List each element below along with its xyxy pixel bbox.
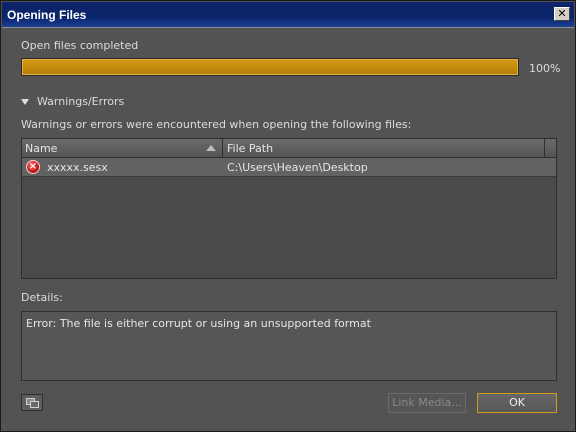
warnings-errors-label: Warnings/Errors bbox=[37, 95, 125, 108]
window-title: Opening Files bbox=[7, 8, 87, 22]
opening-files-dialog: Opening Files ✕ Open files completed 100… bbox=[0, 0, 576, 432]
close-button[interactable]: ✕ bbox=[554, 7, 570, 21]
link-media-button[interactable]: Link Media... bbox=[388, 393, 466, 413]
column-divider[interactable] bbox=[544, 139, 545, 158]
progress-fill bbox=[22, 59, 518, 75]
table-row[interactable]: × xxxxx.sesx C:\Users\Heaven\Desktop bbox=[22, 158, 556, 177]
files-table: Name File Path × xxxxx.sesx C:\Users\Hea… bbox=[21, 138, 557, 279]
details-box[interactable]: Error: The file is either corrupt or usi… bbox=[21, 311, 557, 381]
close-icon: ✕ bbox=[557, 7, 567, 20]
file-path-cell: C:\Users\Heaven\Desktop bbox=[227, 161, 368, 174]
ok-button[interactable]: OK bbox=[477, 393, 557, 413]
details-label: Details: bbox=[21, 291, 63, 304]
copy-icon-back bbox=[30, 401, 39, 408]
progress-percent: 100% bbox=[529, 62, 561, 75]
column-header-file-path[interactable]: File Path bbox=[227, 142, 273, 155]
warnings-errors-toggle[interactable]: Warnings/Errors bbox=[21, 95, 124, 108]
details-text: Error: The file is either corrupt or usi… bbox=[26, 317, 371, 330]
warnings-description: Warnings or errors were encountered when… bbox=[21, 118, 412, 131]
column-header-name[interactable]: Name bbox=[25, 142, 57, 155]
table-header: Name File Path bbox=[22, 139, 556, 158]
file-name-cell: xxxxx.sesx bbox=[47, 161, 108, 174]
column-divider[interactable] bbox=[222, 139, 223, 158]
progress-bar bbox=[21, 58, 519, 76]
copy-details-button[interactable] bbox=[21, 394, 43, 411]
triangle-down-icon bbox=[21, 98, 29, 105]
sort-ascending-icon[interactable] bbox=[206, 145, 216, 151]
progress-status: Open files completed bbox=[21, 39, 139, 52]
dialog-body: Open files completed 100% Warnings/Error… bbox=[5, 29, 571, 427]
error-icon: × bbox=[26, 160, 40, 174]
title-bar[interactable]: Opening Files ✕ bbox=[2, 2, 574, 28]
